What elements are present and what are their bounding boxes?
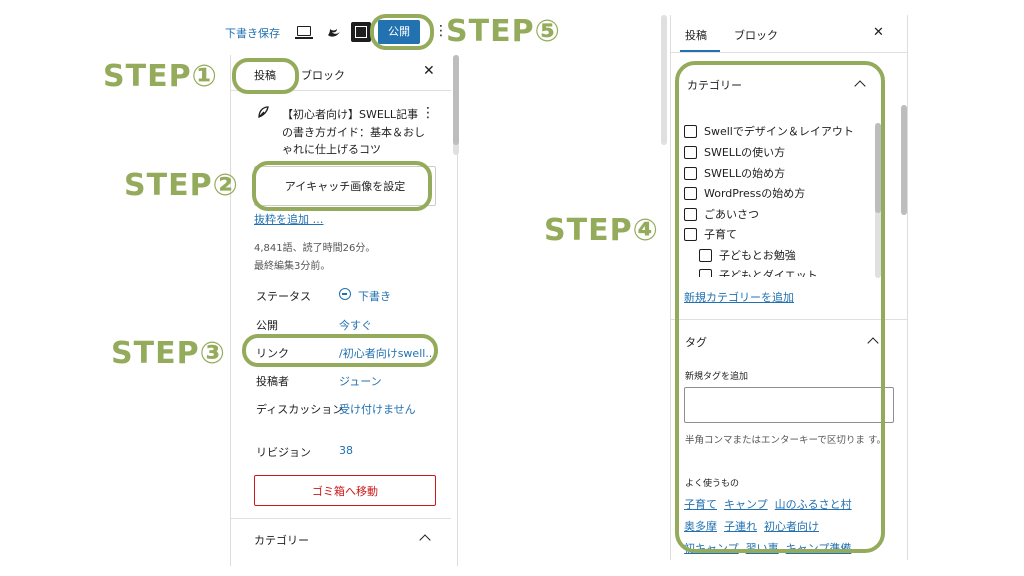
publish-value[interactable]: 今すぐ [339,317,372,333]
step2-highlight [252,161,432,211]
chevron-up-icon[interactable] [419,534,431,546]
post-format-icon [258,106,269,118]
draft-status-icon [339,288,351,300]
step3-label: STEP③ [111,336,226,371]
scrollbar-thumb-left[interactable] [453,55,459,145]
step1-highlight [232,58,299,94]
publish-label: 公開 [256,319,278,332]
last-edited: 最終編集3分前。 [254,261,331,272]
status-value[interactable]: 下書き [358,288,391,304]
step4-label: STEP④ [544,213,659,248]
step3-highlight [242,334,438,367]
author-value[interactable]: ジューン [339,373,382,389]
step5-highlight [370,14,434,50]
editor-scrollbar[interactable] [661,15,667,145]
discussion-label: ディスカッション [256,403,344,416]
post-title-line2: の書き方ガイド：基本＆おし [282,126,425,139]
step2-label: STEP② [124,168,239,203]
step4-highlight [675,61,885,553]
step1-label: STEP① [103,59,218,94]
tabs-divider-right [671,52,907,53]
tab-post-right[interactable]: 投稿 [685,27,707,43]
tab-block[interactable]: ブロック [301,67,345,83]
scrollbar-thumb-right[interactable] [901,105,907,215]
post-actions-icon[interactable]: ⋮ [421,105,435,121]
status-label: ステータス [256,290,311,303]
close-icon-right[interactable]: ✕ [873,25,884,40]
jetpack-icon[interactable] [325,23,343,41]
post-settings-panel-left: 投稿 ブロック ✕ 【初心者向け】SWELL記事 の書き方ガイド：基本＆おし ゃ… [230,55,459,566]
tab-block-right[interactable]: ブロック [734,27,778,43]
category-header-left[interactable]: カテゴリー [254,532,309,548]
post-title-line3: ゃれに仕上げるコツ [282,143,381,156]
desktop-preview-icon[interactable] [297,26,311,36]
add-excerpt-link[interactable]: 抜粋を追加 … [254,211,324,227]
trash-button[interactable]: ゴミ箱へ移動 [254,475,436,506]
revisions-label: リビジョン [256,446,311,459]
step5-label: STEP⑤ [446,14,561,49]
revisions-value[interactable]: 38 [339,444,353,457]
trash-label: ゴミ箱へ移動 [312,484,378,498]
close-icon[interactable]: ✕ [423,63,435,79]
save-draft-button[interactable]: 下書き保存 [225,25,280,41]
author-label: 投稿者 [256,375,289,388]
word-count: 4,841語、読了時間26分。 [254,243,376,254]
category-divider [231,518,451,519]
desktop-preview-stand [295,37,313,39]
discussion-value[interactable]: 受け付けません [339,401,416,417]
settings-sidebar-icon[interactable] [351,22,371,42]
post-title-line1: 【初心者向け】SWELL記事 [282,108,419,121]
